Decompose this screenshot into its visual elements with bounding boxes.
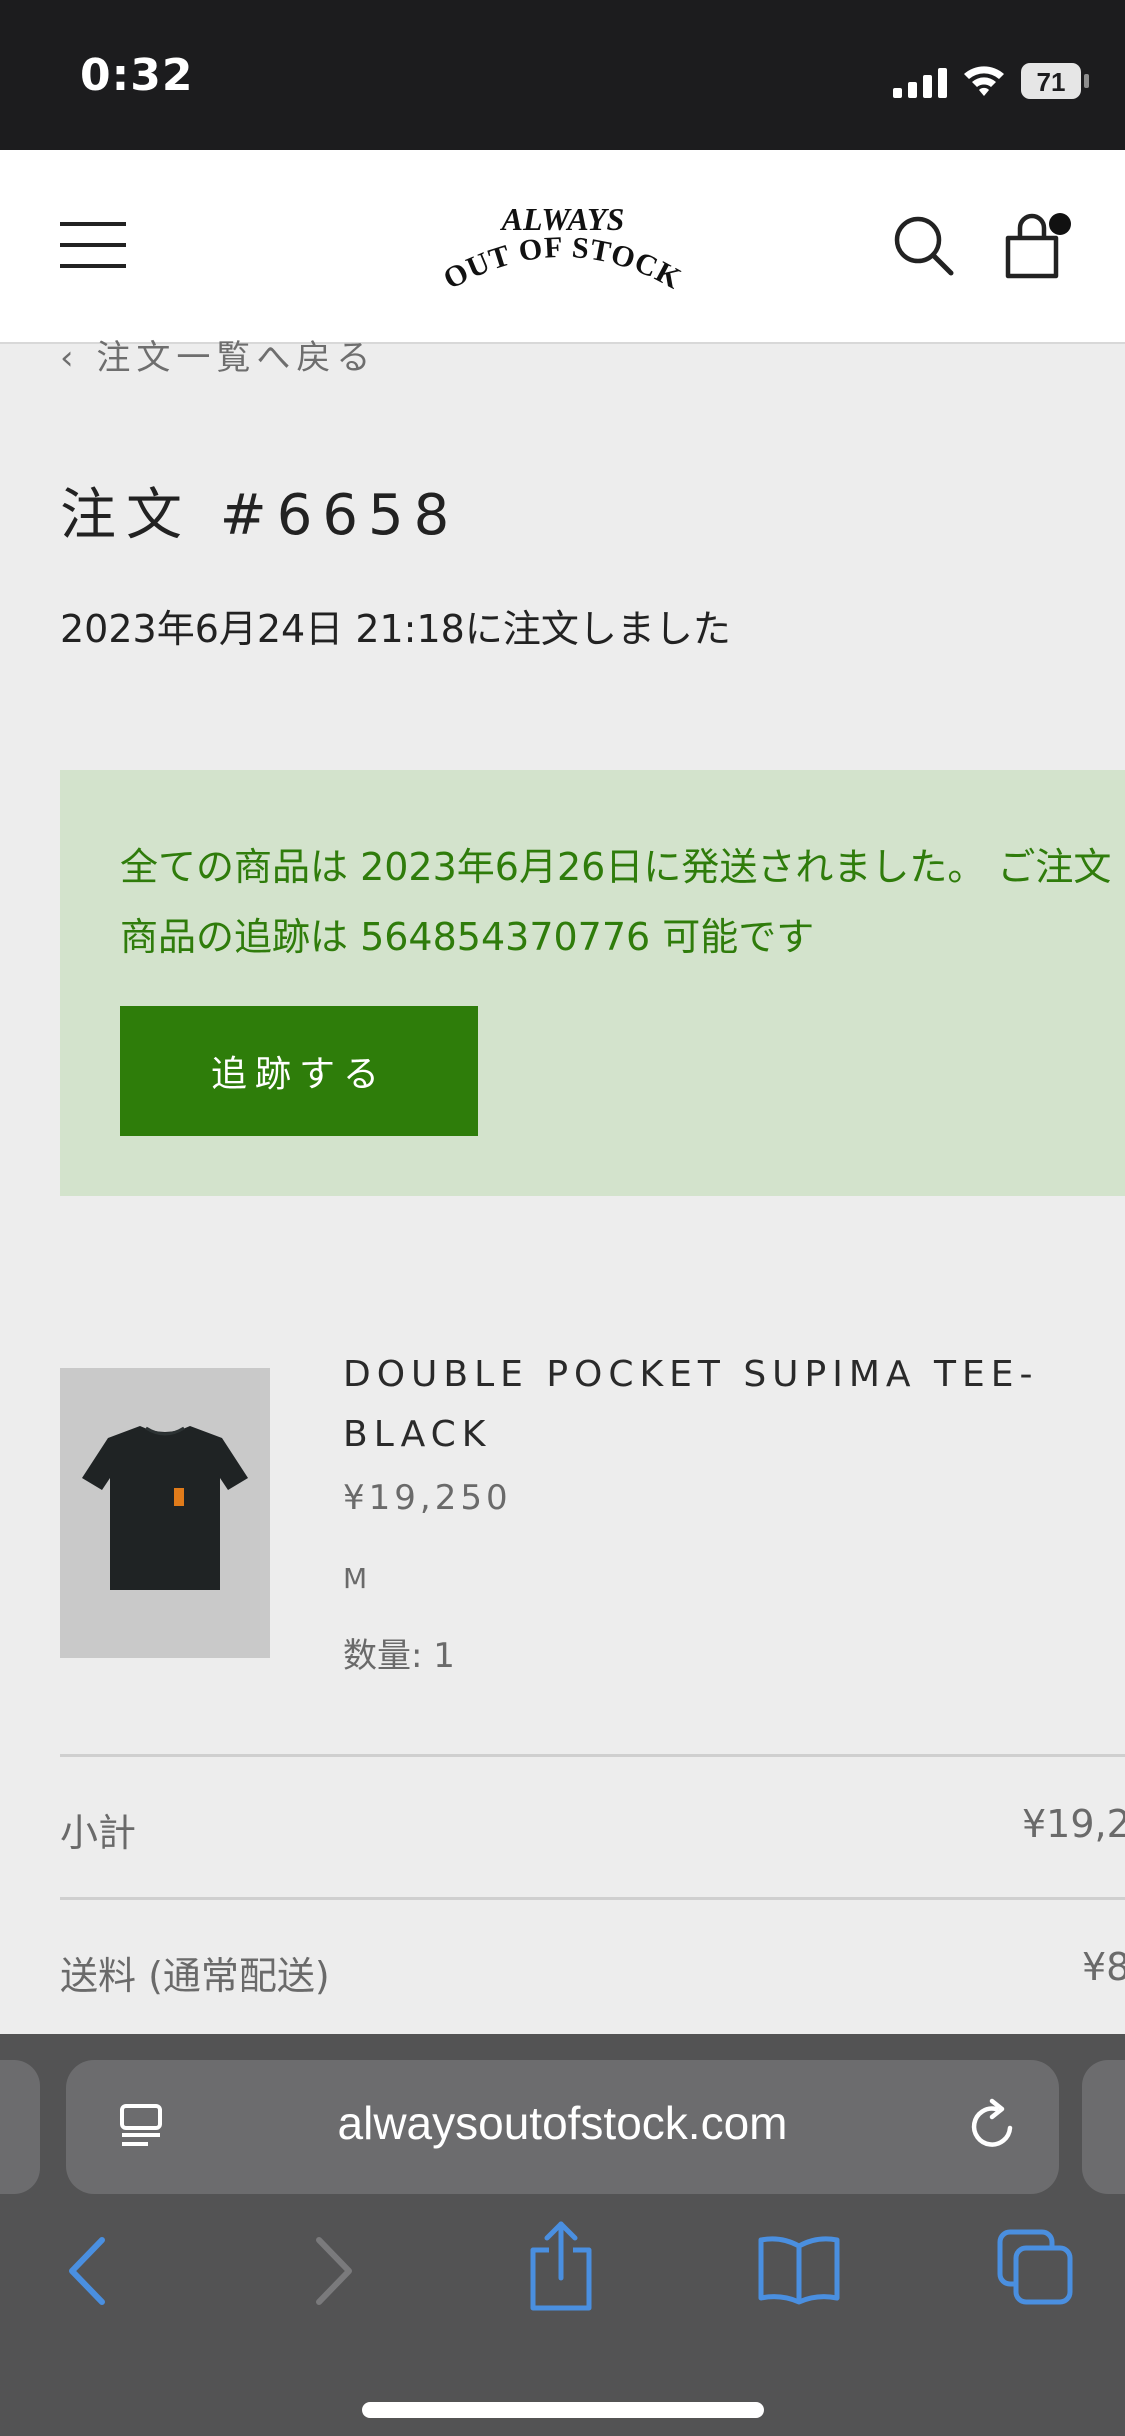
back-arrow-icon[interactable] (60, 2234, 116, 2308)
home-indicator[interactable] (362, 2402, 764, 2418)
product-price: ¥19,250 (343, 1478, 512, 1518)
product-name[interactable]: DOUBLE POCKET SUPIMA TEE-BLACK (343, 1345, 1063, 1465)
next-tab-preview[interactable] (1082, 2060, 1125, 2194)
bookmarks-icon[interactable] (757, 2232, 841, 2306)
product-variant: M (343, 1562, 370, 1595)
search-icon[interactable] (892, 214, 954, 276)
status-bar: 0:32 71 (0, 0, 1125, 150)
battery-icon: 71 (1021, 63, 1089, 99)
wifi-icon (964, 66, 1004, 96)
svg-text:OUT OF STOCK: OUT OF STOCK (438, 231, 687, 296)
browser-toolbar: alwaysoutofstock.com (0, 2034, 1125, 2436)
previous-tab-preview[interactable] (0, 2060, 40, 2194)
product-quantity: 数量: 1 (343, 1636, 455, 1676)
url-text[interactable]: alwaysoutofstock.com (66, 2096, 1059, 2150)
shipping-value: ¥8 (1082, 1945, 1125, 1989)
forward-arrow-icon[interactable] (305, 2234, 361, 2308)
logo-line-1: ALWAYS (500, 201, 625, 237)
divider (60, 1897, 1125, 1900)
brand-logo[interactable]: ALWAYS OUT OF STOCK (435, 192, 690, 302)
reload-icon[interactable] (966, 2098, 1022, 2154)
track-shipment-button[interactable]: 追跡する (120, 1006, 478, 1136)
battery-level: 71 (1037, 67, 1066, 97)
status-time: 0:32 (80, 50, 194, 101)
hamburger-menu-icon[interactable] (60, 220, 126, 270)
shipping-notice-text: 全ての商品は 2023年6月26日に発送されました。 ご注文商品の追跡は 564… (120, 845, 1112, 959)
divider (60, 1754, 1125, 1757)
share-icon[interactable] (525, 2220, 597, 2312)
tabs-overview-icon[interactable] (996, 2228, 1074, 2306)
shipping-notice: 全ての商品は 2023年6月26日に発送されました。 ご注文商品の追跡は 564… (60, 770, 1125, 1196)
chevron-left-icon: ‹ (60, 338, 97, 378)
product-thumbnail[interactable] (60, 1368, 270, 1658)
back-link-label: 注文一覧へ戻る (96, 338, 377, 378)
site-header: ALWAYS OUT OF STOCK (0, 150, 1125, 344)
cart-icon[interactable] (1002, 210, 1074, 282)
cart-badge-dot (1049, 213, 1071, 235)
subtotal-label: 小計 (60, 1811, 137, 1855)
logo-line-2: OUT OF STOCK (438, 231, 686, 296)
back-to-orders-link[interactable]: ‹ 注文一覧へ戻る (60, 330, 376, 379)
address-bar[interactable]: alwaysoutofstock.com (66, 2060, 1059, 2194)
subtotal-value: ¥19,2 (1022, 1802, 1125, 1846)
order-date: 2023年6月24日 21:18に注文しました (60, 607, 731, 651)
cellular-signal-icon (893, 68, 947, 98)
order-title: 注文 #6658 (60, 483, 460, 548)
shipping-label: 送料 (通常配送) (60, 1954, 330, 1998)
